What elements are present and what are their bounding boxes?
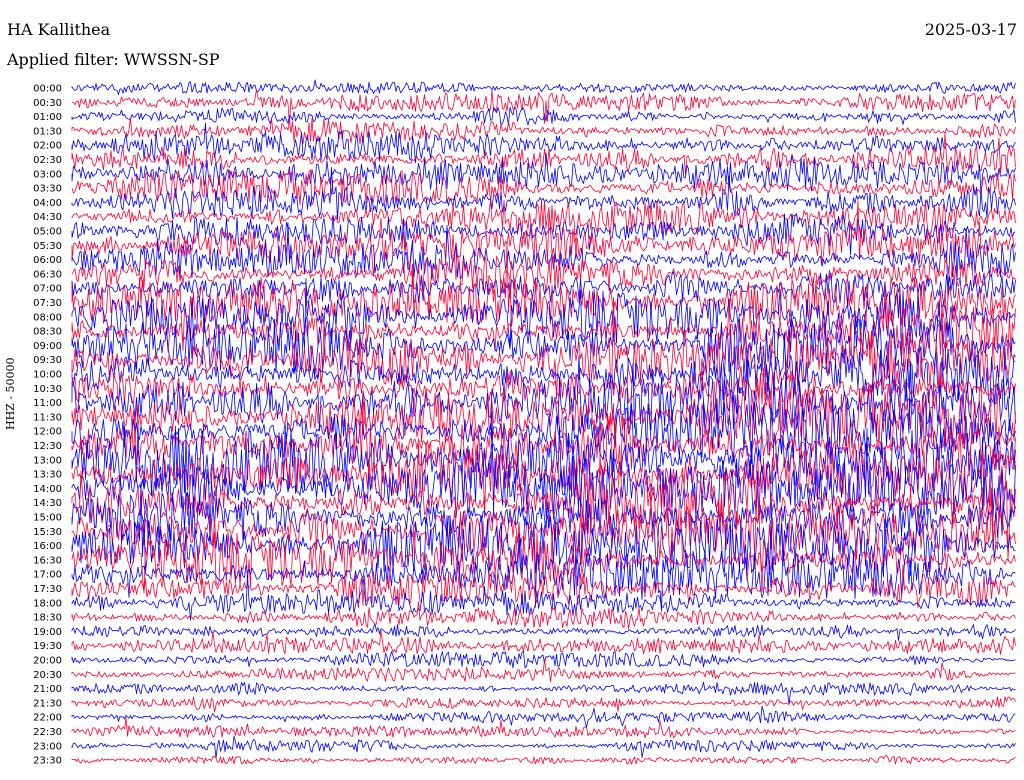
time-label-2130: 21:30 bbox=[33, 698, 62, 709]
time-label-0000: 00:00 bbox=[33, 84, 62, 95]
trace-row-1830 bbox=[71, 601, 1016, 630]
trace-row-2200 bbox=[71, 705, 1016, 729]
time-label-0700: 07:00 bbox=[33, 284, 62, 295]
time-label-1730: 17:30 bbox=[33, 584, 62, 595]
time-label-1630: 16:30 bbox=[33, 555, 62, 566]
time-label-0830: 08:30 bbox=[33, 327, 62, 338]
time-label-0630: 06:30 bbox=[33, 269, 62, 280]
time-label-0930: 09:30 bbox=[33, 355, 62, 366]
time-label-0530: 05:30 bbox=[33, 241, 62, 252]
time-label-group: 00:00 00:30 01:00 01:30 02:00 02:30 03:00 03:30… bbox=[33, 84, 62, 767]
time-label-0030: 00:30 bbox=[33, 98, 62, 109]
trace-row-2230 bbox=[71, 717, 1016, 739]
time-label-0100: 01:00 bbox=[33, 112, 62, 123]
time-label-1500: 15:00 bbox=[33, 513, 62, 524]
time-label-1300: 13:00 bbox=[33, 455, 62, 466]
time-label-1930: 19:30 bbox=[33, 641, 62, 652]
time-label-2230: 22:30 bbox=[33, 727, 62, 738]
time-label-0730: 07:30 bbox=[33, 298, 62, 309]
time-label-2030: 20:30 bbox=[33, 670, 62, 681]
trace-row-2130 bbox=[71, 696, 1016, 713]
time-label-1530: 15:30 bbox=[33, 527, 62, 538]
time-label-1400: 14:00 bbox=[33, 484, 62, 495]
time-label-0400: 04:00 bbox=[33, 198, 62, 209]
time-label-1230: 12:30 bbox=[33, 441, 62, 452]
time-label-1330: 13:30 bbox=[33, 470, 62, 481]
time-label-0900: 09:00 bbox=[33, 341, 62, 352]
time-label-1100: 11:00 bbox=[33, 398, 62, 409]
time-label-0130: 01:30 bbox=[33, 126, 62, 137]
trace-row-2100 bbox=[71, 681, 1016, 705]
time-label-0430: 04:30 bbox=[33, 212, 62, 223]
time-label-1830: 18:30 bbox=[33, 613, 62, 624]
trace-row-0000 bbox=[71, 79, 1016, 95]
time-label-0330: 03:30 bbox=[33, 184, 62, 195]
time-label-0800: 08:00 bbox=[33, 312, 62, 323]
time-label-2200: 22:00 bbox=[33, 713, 62, 724]
time-label-2330: 23:30 bbox=[33, 756, 62, 767]
trace-row-0030 bbox=[71, 89, 1016, 125]
trace-group bbox=[71, 79, 1016, 765]
trace-row-2330 bbox=[71, 755, 1016, 765]
time-label-0500: 05:00 bbox=[33, 227, 62, 238]
time-label-0300: 03:00 bbox=[33, 169, 62, 180]
time-label-0200: 02:00 bbox=[33, 141, 62, 152]
time-label-0600: 06:00 bbox=[33, 255, 62, 266]
time-label-2100: 21:00 bbox=[33, 684, 62, 695]
time-label-0230: 02:30 bbox=[33, 155, 62, 166]
time-label-2300: 23:00 bbox=[33, 741, 62, 752]
time-label-1000: 10:00 bbox=[33, 370, 62, 381]
time-label-1900: 19:00 bbox=[33, 627, 62, 638]
time-label-1700: 17:00 bbox=[33, 570, 62, 581]
trace-row-2300 bbox=[71, 735, 1016, 759]
helicorder-plot: 00:00 00:30 01:00 01:30 02:00 02:30 03:00 03:30… bbox=[33, 79, 1016, 767]
time-label-1130: 11:30 bbox=[33, 412, 62, 423]
time-label-2000: 20:00 bbox=[33, 656, 62, 667]
trace-row-1930 bbox=[71, 630, 1016, 655]
time-label-1430: 14:30 bbox=[33, 498, 62, 509]
time-label-1800: 18:00 bbox=[33, 598, 62, 609]
time-label-1030: 10:30 bbox=[33, 384, 62, 395]
time-label-1200: 12:00 bbox=[33, 427, 62, 438]
time-label-1600: 16:00 bbox=[33, 541, 62, 552]
